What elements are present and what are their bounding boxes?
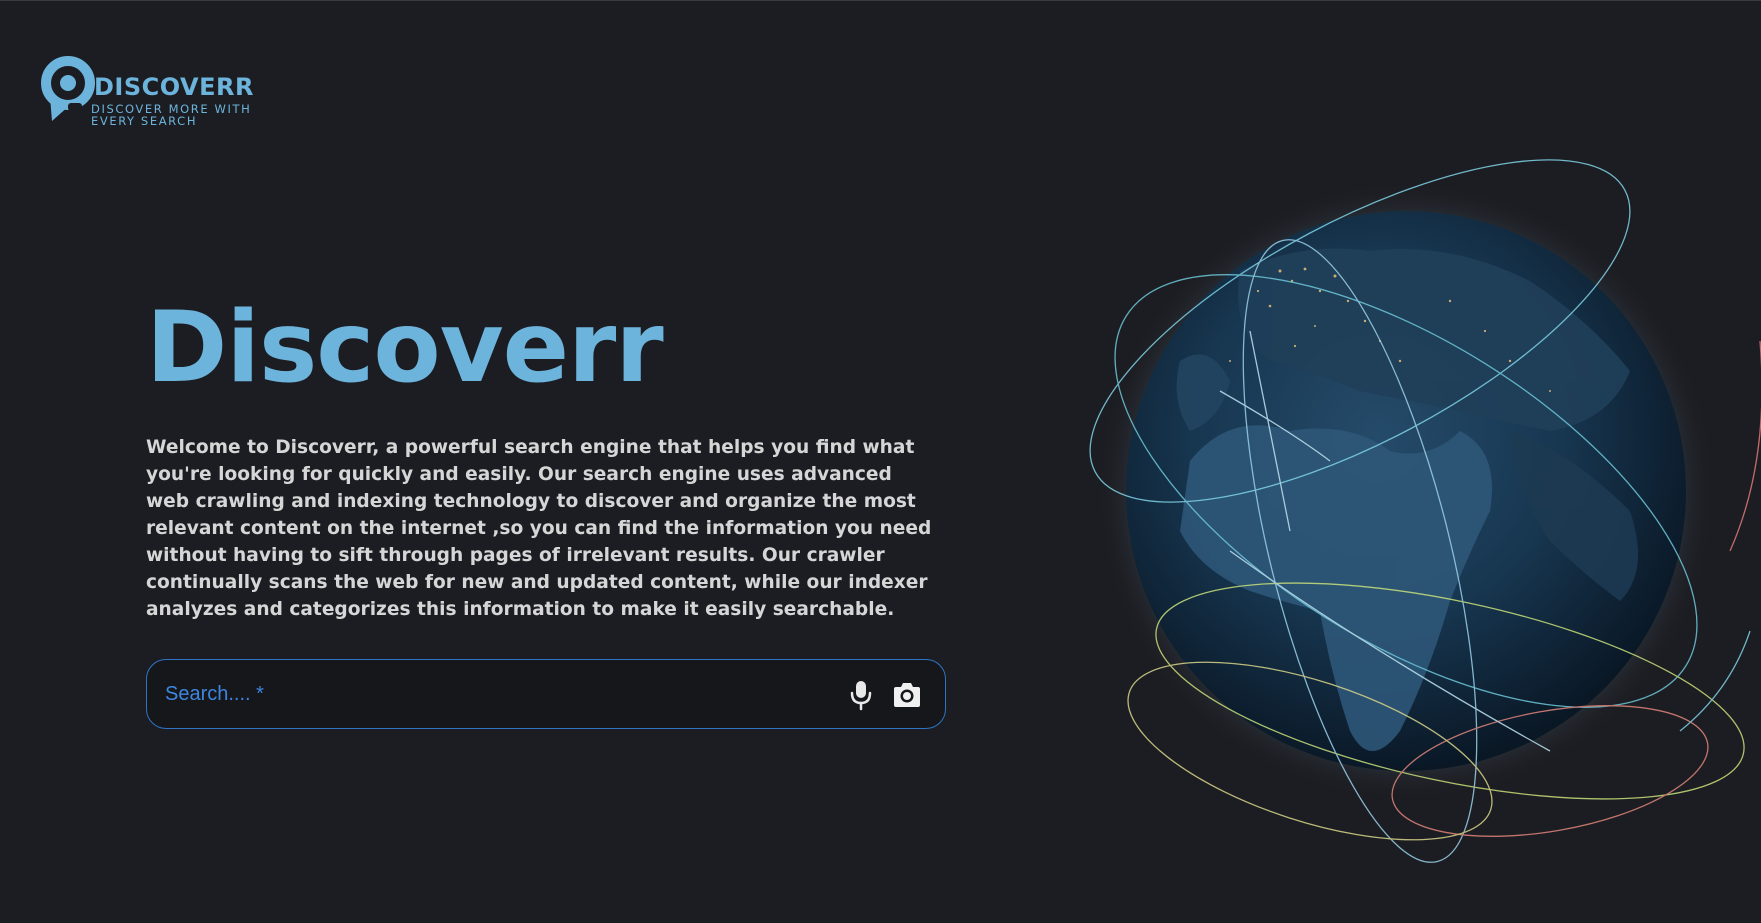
logo-name: DISCOVERR [94, 73, 254, 101]
search-input[interactable] [163, 660, 817, 728]
earth-globe-illustration [1089, 159, 1761, 863]
globe-illustration [1030, 131, 1761, 871]
hero-title: Discoverr [146, 291, 664, 405]
camera-button[interactable] [891, 680, 923, 710]
logo[interactable]: DISCOVERR DISCOVER MORE WITH EVERY SEARC… [40, 53, 270, 133]
camera-icon [894, 683, 920, 707]
search-bar [146, 659, 946, 729]
logo-tagline: DISCOVER MORE WITH EVERY SEARCH [91, 102, 252, 128]
microphone-icon [850, 681, 872, 711]
microphone-button[interactable] [847, 679, 875, 711]
landing-page: DISCOVERR DISCOVER MORE WITH EVERY SEARC… [0, 0, 1761, 923]
hero-description: Welcome to Discoverr, a powerful search … [146, 437, 932, 620]
